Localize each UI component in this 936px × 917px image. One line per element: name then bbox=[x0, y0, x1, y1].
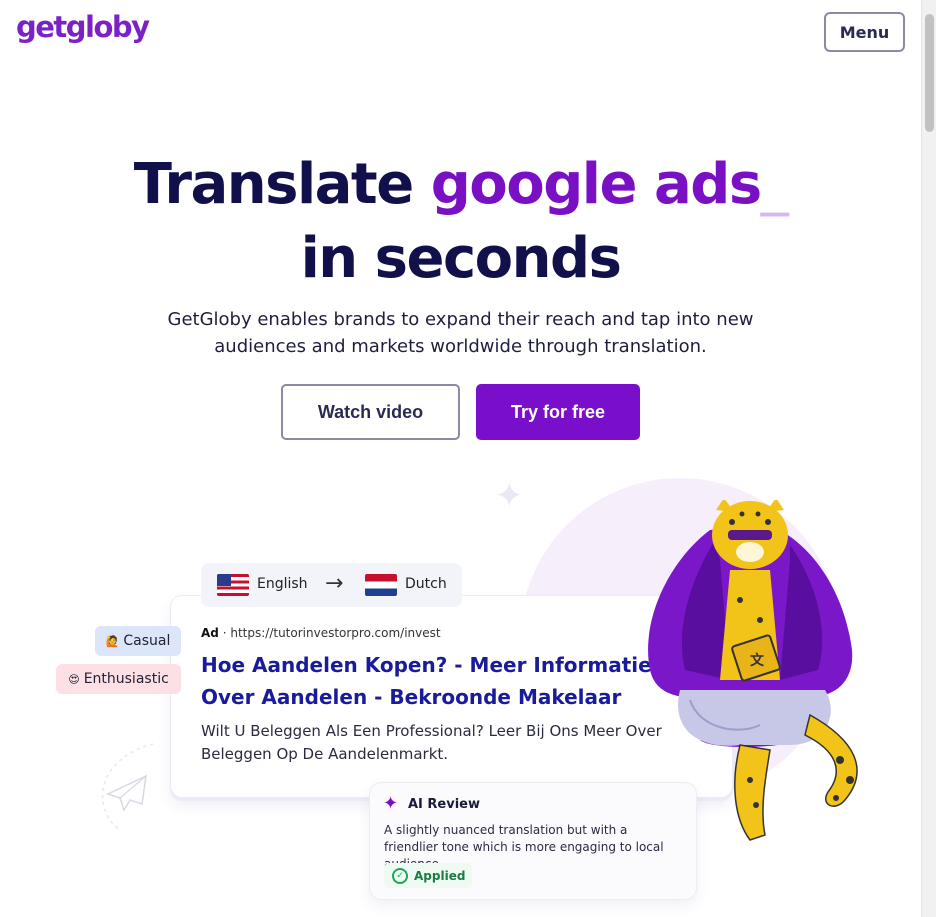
hero-title: Translate google ads_ in seconds bbox=[0, 148, 921, 296]
watch-video-button[interactable]: Watch video bbox=[281, 384, 460, 440]
source-language: English bbox=[257, 576, 308, 592]
raising-hand-icon: 🙋 bbox=[105, 634, 120, 648]
applied-label: Applied bbox=[414, 868, 466, 883]
sparkles-icon: ✦ bbox=[383, 793, 399, 814]
menu-button[interactable]: Menu bbox=[824, 12, 905, 52]
arrow-right-icon: → bbox=[325, 571, 344, 596]
tone-tag-casual: 🙋 Casual bbox=[95, 626, 181, 656]
tone-tag-enthusiastic: 😍 Enthusiastic bbox=[56, 664, 181, 694]
tone-tag-label: Casual bbox=[123, 633, 171, 649]
tone-tag-label: Enthusiastic bbox=[83, 671, 169, 687]
scrollbar[interactable] bbox=[921, 0, 936, 917]
nl-flag-icon bbox=[365, 574, 397, 596]
hero-subtitle: GetGloby enables brands to expand their … bbox=[167, 309, 754, 357]
ad-meta: Ad · https://tutorinvestorpro.com/invest bbox=[201, 626, 441, 640]
hero-title-prefix: Translate bbox=[133, 152, 414, 217]
ad-url: https://tutorinvestorpro.com/invest bbox=[230, 626, 441, 640]
typing-cursor: _ bbox=[760, 152, 789, 217]
scrollbar-thumb[interactable] bbox=[925, 14, 934, 132]
language-selector: English → Dutch bbox=[201, 563, 462, 607]
svg-text:文: 文 bbox=[750, 652, 765, 669]
ad-title: Hoe Aandelen Kopen? - Meer Informatie Ov… bbox=[201, 653, 652, 709]
heart-eyes-icon: 😍 bbox=[68, 672, 80, 686]
ad-badge: Ad bbox=[201, 626, 219, 640]
hero-title-accent: google ads bbox=[430, 152, 763, 217]
us-flag-icon bbox=[217, 574, 249, 596]
try-for-free-button[interactable]: Try for free bbox=[476, 384, 640, 440]
leopard-mascot-illustration: 文 bbox=[648, 500, 858, 841]
paper-plane-icon bbox=[101, 743, 154, 831]
target-language: Dutch bbox=[405, 576, 447, 592]
sparkle-icon: ✦ bbox=[495, 476, 524, 516]
ad-description: Wilt U Beleggen Als Een Professional? Le… bbox=[201, 722, 662, 763]
applied-badge: ✓ Applied bbox=[384, 863, 472, 888]
review-title: AI Review bbox=[408, 797, 481, 812]
hero-title-line2: in seconds bbox=[300, 226, 622, 291]
check-circle-icon: ✓ bbox=[392, 867, 408, 884]
logo[interactable]: getgloby bbox=[16, 10, 150, 44]
